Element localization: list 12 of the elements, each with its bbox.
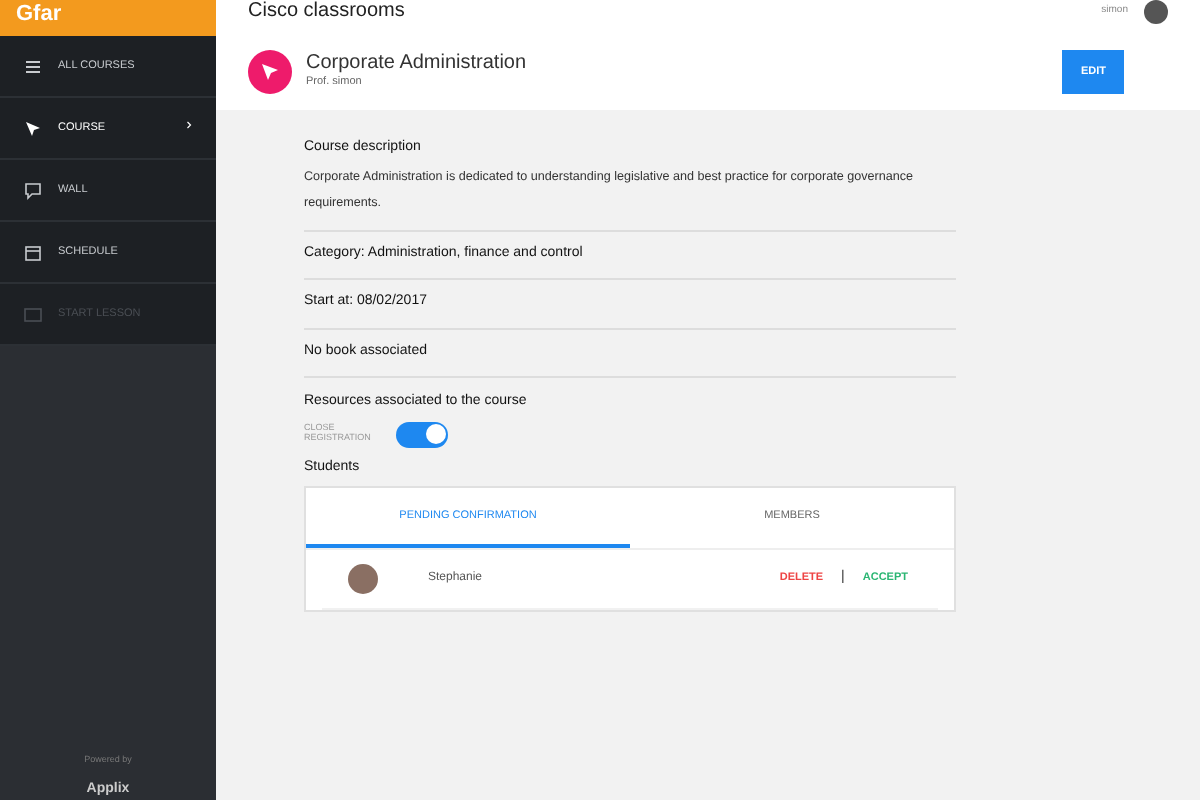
- page-title: Cisco classrooms: [248, 0, 405, 26]
- user-avatar[interactable]: [1144, 0, 1168, 23]
- list-icon: [24, 57, 42, 75]
- course-icon: [248, 50, 292, 94]
- toggle-switch[interactable]: [396, 421, 448, 447]
- calendar-icon: [24, 243, 42, 261]
- screen-icon: [24, 305, 42, 323]
- student-avatar: [348, 564, 378, 594]
- cursor-icon: [24, 119, 42, 137]
- chat-icon: [24, 181, 42, 199]
- course-title: Corporate Administration: [306, 52, 527, 75]
- logo: Gfar: [16, 2, 62, 26]
